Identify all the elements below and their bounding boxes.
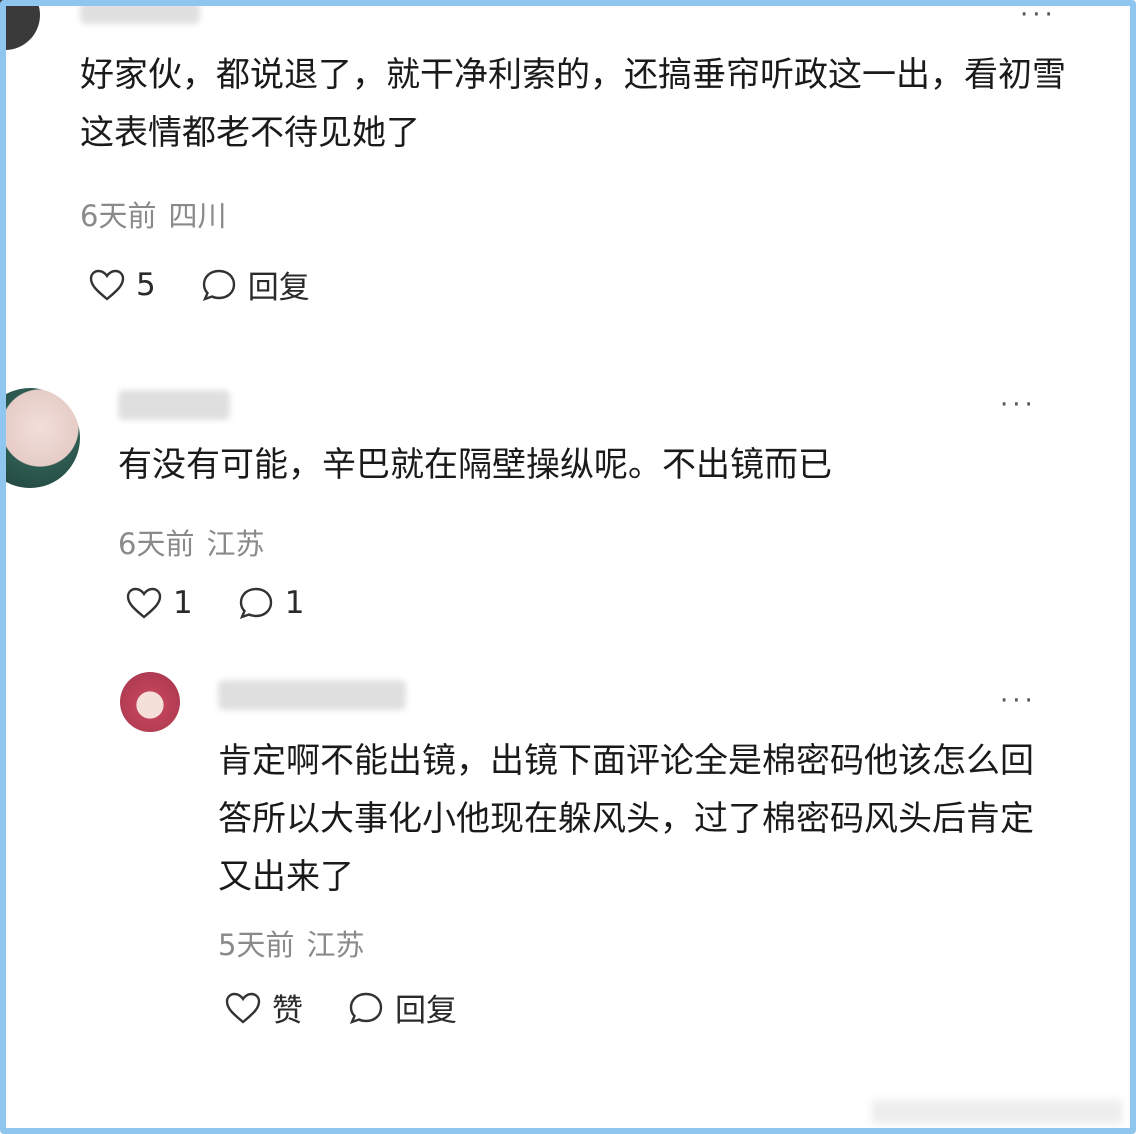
avatar[interactable] xyxy=(0,0,40,50)
reply-button[interactable]: 1 xyxy=(237,585,305,621)
avatar[interactable] xyxy=(0,388,80,488)
like-button[interactable]: 5 xyxy=(88,267,156,303)
comment-3-reply: ··· 肯定啊不能出镜，出镜下面评论全是棉密码他该怎么回答所以大事化小他现在躲风… xyxy=(0,660,1136,1040)
heart-icon xyxy=(126,587,162,619)
heart-icon xyxy=(225,992,261,1024)
comment-actions: 1 1 xyxy=(125,585,348,621)
comment-text: 肯定啊不能出镜，出镜下面评论全是棉密码他该怎么回答所以大事化小他现在躲风头，过了… xyxy=(218,741,1034,897)
reply-count: 1 xyxy=(284,585,305,621)
comment-2: ··· 有没有可能，辛巴就在隔壁操纵呢。不出镜而已 6天前 江苏 1 1 xyxy=(0,370,1136,630)
comment-time: 5天前 xyxy=(218,928,295,962)
like-button[interactable]: 1 xyxy=(125,585,193,621)
comment-meta: 6天前 江苏 xyxy=(118,521,276,563)
reply-button[interactable]: 回复 xyxy=(347,985,457,1030)
comment-meta: 6天前 四川 xyxy=(80,193,238,235)
comment-actions: 5 回复 xyxy=(88,262,354,307)
comment-location: 江苏 xyxy=(206,527,265,561)
more-options-button[interactable]: ··· xyxy=(1020,2,1057,28)
comment-meta: 5天前 江苏 xyxy=(218,922,376,964)
comment-location: 江苏 xyxy=(306,928,365,962)
like-button[interactable]: 赞 xyxy=(224,985,303,1030)
username-blurred[interactable] xyxy=(80,2,200,24)
comment-time: 6天前 xyxy=(118,527,195,561)
comment-bubble-icon xyxy=(239,587,272,620)
comment-time: 6天前 xyxy=(80,199,157,233)
comment-bubble-icon xyxy=(202,269,235,301)
like-count: 1 xyxy=(173,585,193,621)
like-count: 5 xyxy=(136,266,156,303)
username-blurred[interactable] xyxy=(218,680,406,710)
reply-label: 回复 xyxy=(395,993,457,1029)
comment-text: 好家伙，都说退了，就干净利索的，还搞垂帘听政这一出，看初雪这表情都老不待见她了 xyxy=(80,55,1066,153)
more-options-button[interactable]: ··· xyxy=(1000,688,1037,714)
comment-bubble-icon xyxy=(349,992,383,1024)
comment-location: 四川 xyxy=(168,199,227,233)
more-options-button[interactable]: ··· xyxy=(1000,392,1037,418)
reply-button[interactable]: 回复 xyxy=(200,262,310,307)
comment-1: ··· 好家伙，都说退了，就干净利索的，还搞垂帘听政这一出，看初雪这表情都老不待… xyxy=(0,0,1136,340)
comment-text: 有没有可能，辛巴就在隔壁操纵呢。不出镜而已 xyxy=(118,445,832,485)
watermark-blurred xyxy=(872,1100,1122,1124)
username-blurred[interactable] xyxy=(118,390,230,420)
reply-label: 回复 xyxy=(247,270,310,306)
avatar[interactable] xyxy=(120,672,180,732)
heart-icon xyxy=(89,269,125,301)
like-label: 赞 xyxy=(272,993,303,1029)
comment-actions: 赞 回复 xyxy=(224,985,501,1030)
